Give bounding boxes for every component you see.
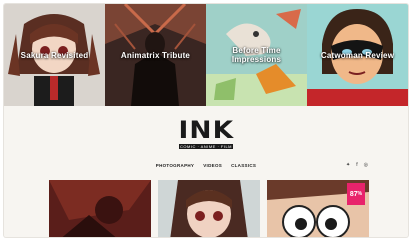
banner-title: Animatrix Tribute [105, 4, 206, 106]
review-score-badge: 87% [347, 183, 365, 205]
article-card[interactable] [158, 180, 260, 237]
nav-item-photography[interactable]: PHOTOGRAPHY [156, 163, 194, 168]
banner-item-animatrix-tribute[interactable]: Animatrix Tribute [105, 4, 206, 106]
logo-text: INK [178, 116, 234, 144]
article-cards: 87% [4, 180, 408, 237]
facebook-icon[interactable]: f [356, 161, 357, 169]
banner-title-line-1: Before Time [232, 46, 281, 55]
page-frame: Sakura Revisited Animatrix Tribute Befor… [4, 4, 408, 237]
banner-item-catwoman-review[interactable]: Catwoman Review [307, 4, 408, 106]
banner-title: Before Time Impressions [206, 4, 307, 106]
dark-red-artwork [49, 180, 151, 237]
instagram-icon[interactable]: ◎ [364, 161, 368, 169]
banner-title-text: Sakura Revisited [20, 50, 89, 60]
site-logo[interactable]: INK COMIC · ANIME · FILM [4, 118, 408, 149]
banner-title-line-2: Impressions [231, 55, 282, 64]
anime-girl-artwork [158, 180, 260, 237]
banner-item-sakura-revisited[interactable]: Sakura Revisited [4, 4, 105, 106]
banner-title-text: Animatrix Tribute [120, 50, 191, 60]
article-card[interactable]: 87% [267, 180, 369, 237]
banner-title-text: Catwoman Review [320, 50, 395, 60]
twitter-icon[interactable]: ✦ [346, 161, 350, 169]
article-card[interactable] [49, 180, 151, 237]
review-score-suffix: % [357, 191, 363, 197]
banner-item-before-time-impressions[interactable]: Before Time Impressions [206, 4, 307, 106]
review-score: 87 [349, 190, 358, 198]
nav-item-videos[interactable]: VIDEOS [203, 163, 222, 168]
logo-tagline: COMIC · ANIME · FILM [179, 144, 233, 149]
banner-title: Sakura Revisited [4, 4, 105, 106]
social-links: ✦ f ◎ [346, 161, 368, 169]
nav-item-classics[interactable]: CLASSICS [231, 163, 256, 168]
featured-banner: Sakura Revisited Animatrix Tribute Befor… [4, 4, 408, 106]
banner-title: Catwoman Review [307, 4, 408, 106]
